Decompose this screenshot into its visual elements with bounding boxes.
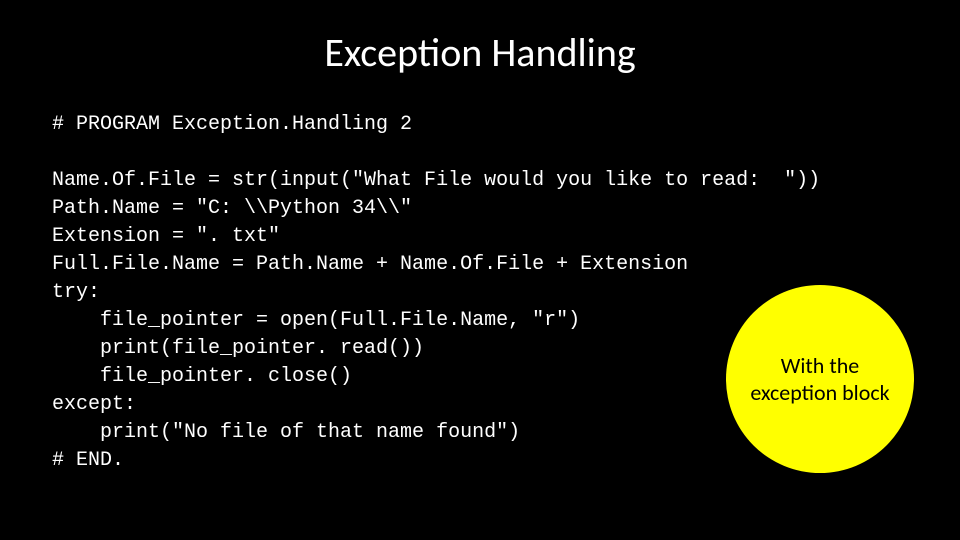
code-line: print("No file of that name found") xyxy=(52,421,520,444)
code-line: Name.Of.File = str(input("What File woul… xyxy=(52,169,820,192)
code-line: # PROGRAM Exception.Handling 2 xyxy=(52,113,412,136)
code-line: Extension = ". txt" xyxy=(52,225,280,248)
callout-bubble: With the exception block xyxy=(726,285,914,473)
code-line: Path.Name = "C: \\Python 34\\" xyxy=(52,197,412,220)
code-line: file_pointer = open(Full.File.Name, "r") xyxy=(52,309,580,332)
slide: Exception Handling # PROGRAM Exception.H… xyxy=(0,0,960,540)
code-line: print(file_pointer. read()) xyxy=(52,337,424,360)
code-line: try: xyxy=(52,281,100,304)
code-line: except: xyxy=(52,393,136,416)
slide-title: Exception Handling xyxy=(52,28,908,77)
code-line: # END. xyxy=(52,449,124,472)
code-line: file_pointer. close() xyxy=(52,365,352,388)
code-line: Full.File.Name = Path.Name + Name.Of.Fil… xyxy=(52,253,688,276)
callout-text: With the exception block xyxy=(726,352,914,407)
